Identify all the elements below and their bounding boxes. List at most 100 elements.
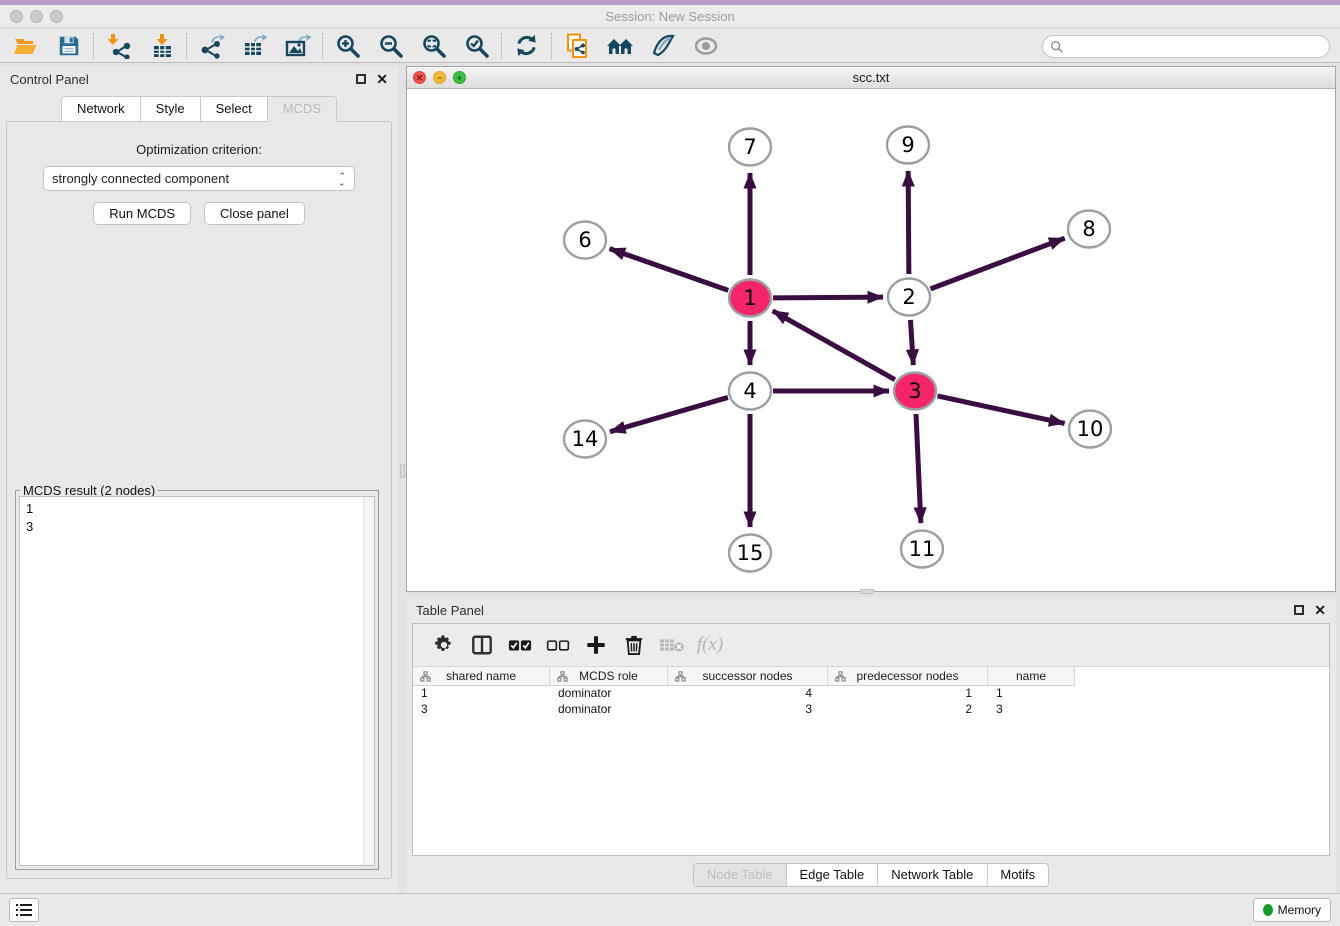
main-toolbar (0, 29, 1340, 63)
table-row[interactable]: 3dominator323 (413, 702, 1329, 718)
node-1[interactable]: 1 (729, 280, 771, 317)
zoom-out-button[interactable] (369, 31, 412, 61)
table-row[interactable]: 1dominator411 (413, 686, 1329, 702)
open-file-button[interactable] (4, 31, 47, 61)
edge-1-6[interactable] (610, 249, 729, 291)
new-network-from-selection-button[interactable] (555, 31, 598, 61)
tab-edge-table[interactable]: Edge Table (786, 864, 878, 886)
node-table-container: f(x) shared nameMCDS rolesuccessor nodes… (412, 623, 1330, 856)
close-panel-icon[interactable]: ✕ (376, 71, 388, 88)
add-column-button[interactable] (577, 628, 615, 662)
search-icon (1050, 40, 1064, 54)
node-9[interactable]: 9 (887, 127, 929, 164)
table-panel: Table Panel ✕ (406, 597, 1336, 893)
function-builder-button[interactable]: f(x) (691, 628, 729, 662)
app-titlebar: Session: New Session (0, 5, 1340, 28)
task-history-button[interactable] (9, 898, 39, 922)
node-label: 15 (737, 541, 764, 565)
network-view-window: ✕ − + scc.txt 7 9 6 8 1 2 4 3 14 10 15 11 (406, 66, 1336, 592)
tab-network[interactable]: Network (61, 96, 140, 122)
import-network-button[interactable] (97, 31, 140, 61)
export-table-icon (242, 33, 268, 59)
delete-table-button[interactable] (653, 628, 691, 662)
tab-style[interactable]: Style (140, 96, 200, 122)
delete-column-button[interactable] (615, 628, 653, 662)
tab-select[interactable]: Select (200, 96, 267, 122)
node-2[interactable]: 2 (888, 279, 930, 316)
close-table-panel-icon[interactable]: ✕ (1314, 602, 1326, 619)
save-session-button[interactable] (47, 31, 90, 61)
vertical-splitter-handle[interactable] (400, 464, 405, 478)
column-type-icon (557, 671, 568, 682)
criterion-select[interactable]: strongly connected component ⌃⌃ (43, 166, 355, 191)
horizontal-splitter-handle[interactable] (860, 589, 874, 594)
table-settings-button[interactable] (425, 628, 463, 662)
node-label: 6 (578, 228, 591, 252)
node-4[interactable]: 4 (729, 373, 771, 410)
float-panel-icon[interactable] (356, 74, 366, 84)
tab-mcds[interactable]: MCDS (267, 96, 337, 122)
zoom-in-button[interactable] (326, 31, 369, 61)
export-image-button[interactable] (276, 31, 319, 61)
node-8[interactable]: 8 (1068, 211, 1110, 248)
column-type-icon (420, 671, 431, 682)
column-header-name[interactable]: name (988, 667, 1075, 685)
select-all-columns-button[interactable] (501, 628, 539, 662)
node-15[interactable]: 15 (729, 535, 771, 572)
node-10[interactable]: 10 (1069, 411, 1111, 448)
memory-button[interactable]: Memory (1253, 898, 1331, 922)
apply-style-button[interactable] (641, 31, 684, 61)
edge-3-1[interactable] (773, 311, 895, 380)
zoom-selected-button[interactable] (455, 31, 498, 61)
import-table-icon (149, 33, 175, 59)
edge-3-10[interactable] (937, 396, 1064, 424)
node-14[interactable]: 14 (564, 421, 606, 458)
network-window-titlebar[interactable]: ✕ − + scc.txt (407, 67, 1335, 89)
node-3[interactable]: 3 (894, 373, 936, 410)
tab-motifs[interactable]: Motifs (987, 864, 1048, 886)
column-header-predecessor-nodes[interactable]: predecessor nodes (828, 667, 988, 685)
edge-3-11[interactable] (916, 414, 921, 523)
edge-2-9[interactable] (908, 171, 909, 274)
table-panel-title: Table Panel (416, 603, 484, 618)
edge-4-14[interactable] (610, 397, 728, 431)
memory-label: Memory (1278, 903, 1321, 917)
edge-2-3[interactable] (910, 320, 913, 365)
mcds-result-box[interactable]: 1 3 (19, 496, 375, 866)
paintbrush-icon (650, 33, 676, 59)
zoom-fit-button[interactable] (412, 31, 455, 61)
edge-1-2[interactable] (773, 297, 883, 298)
edge-2-8[interactable] (931, 238, 1065, 289)
node-7[interactable]: 7 (729, 129, 771, 166)
close-panel-button[interactable]: Close panel (204, 202, 305, 225)
control-panel-tabs: NetworkStyleSelectMCDS (0, 96, 398, 122)
network-canvas[interactable]: 7 9 6 8 1 2 4 3 14 10 15 11 (407, 89, 1335, 591)
delete-table-icon (659, 636, 685, 654)
column-header-successor-nodes[interactable]: successor nodes (668, 667, 828, 685)
table-tabs: Node TableEdge TableNetwork TableMotifs (693, 863, 1049, 887)
refresh-button[interactable] (505, 31, 548, 61)
zoom-selected-icon (464, 33, 490, 59)
mcds-result-text: 1 3 (20, 497, 374, 538)
column-view-button[interactable] (463, 628, 501, 662)
tab-network-table[interactable]: Network Table (878, 864, 987, 886)
result-scrollbar[interactable] (363, 497, 374, 865)
column-header-shared-name[interactable]: shared name (413, 667, 550, 685)
search-input[interactable] (1042, 35, 1330, 58)
float-table-panel-icon[interactable] (1294, 605, 1304, 615)
run-mcds-button[interactable]: Run MCDS (93, 202, 191, 225)
column-header-MCDS-role[interactable]: MCDS role (550, 667, 668, 685)
tab-node-table[interactable]: Node Table (694, 864, 787, 886)
deselect-all-columns-button[interactable] (539, 628, 577, 662)
cell-MCDS-role: dominator (550, 686, 668, 702)
gear-icon (433, 634, 455, 656)
node-11[interactable]: 11 (901, 531, 943, 568)
import-network-icon (106, 33, 132, 59)
table-toolbar: f(x) (413, 624, 1329, 667)
hide-selected-button[interactable] (684, 31, 727, 61)
node-6[interactable]: 6 (564, 222, 606, 259)
first-neighbors-button[interactable] (598, 31, 641, 61)
export-table-button[interactable] (233, 31, 276, 61)
import-table-button[interactable] (140, 31, 183, 61)
export-network-button[interactable] (190, 31, 233, 61)
